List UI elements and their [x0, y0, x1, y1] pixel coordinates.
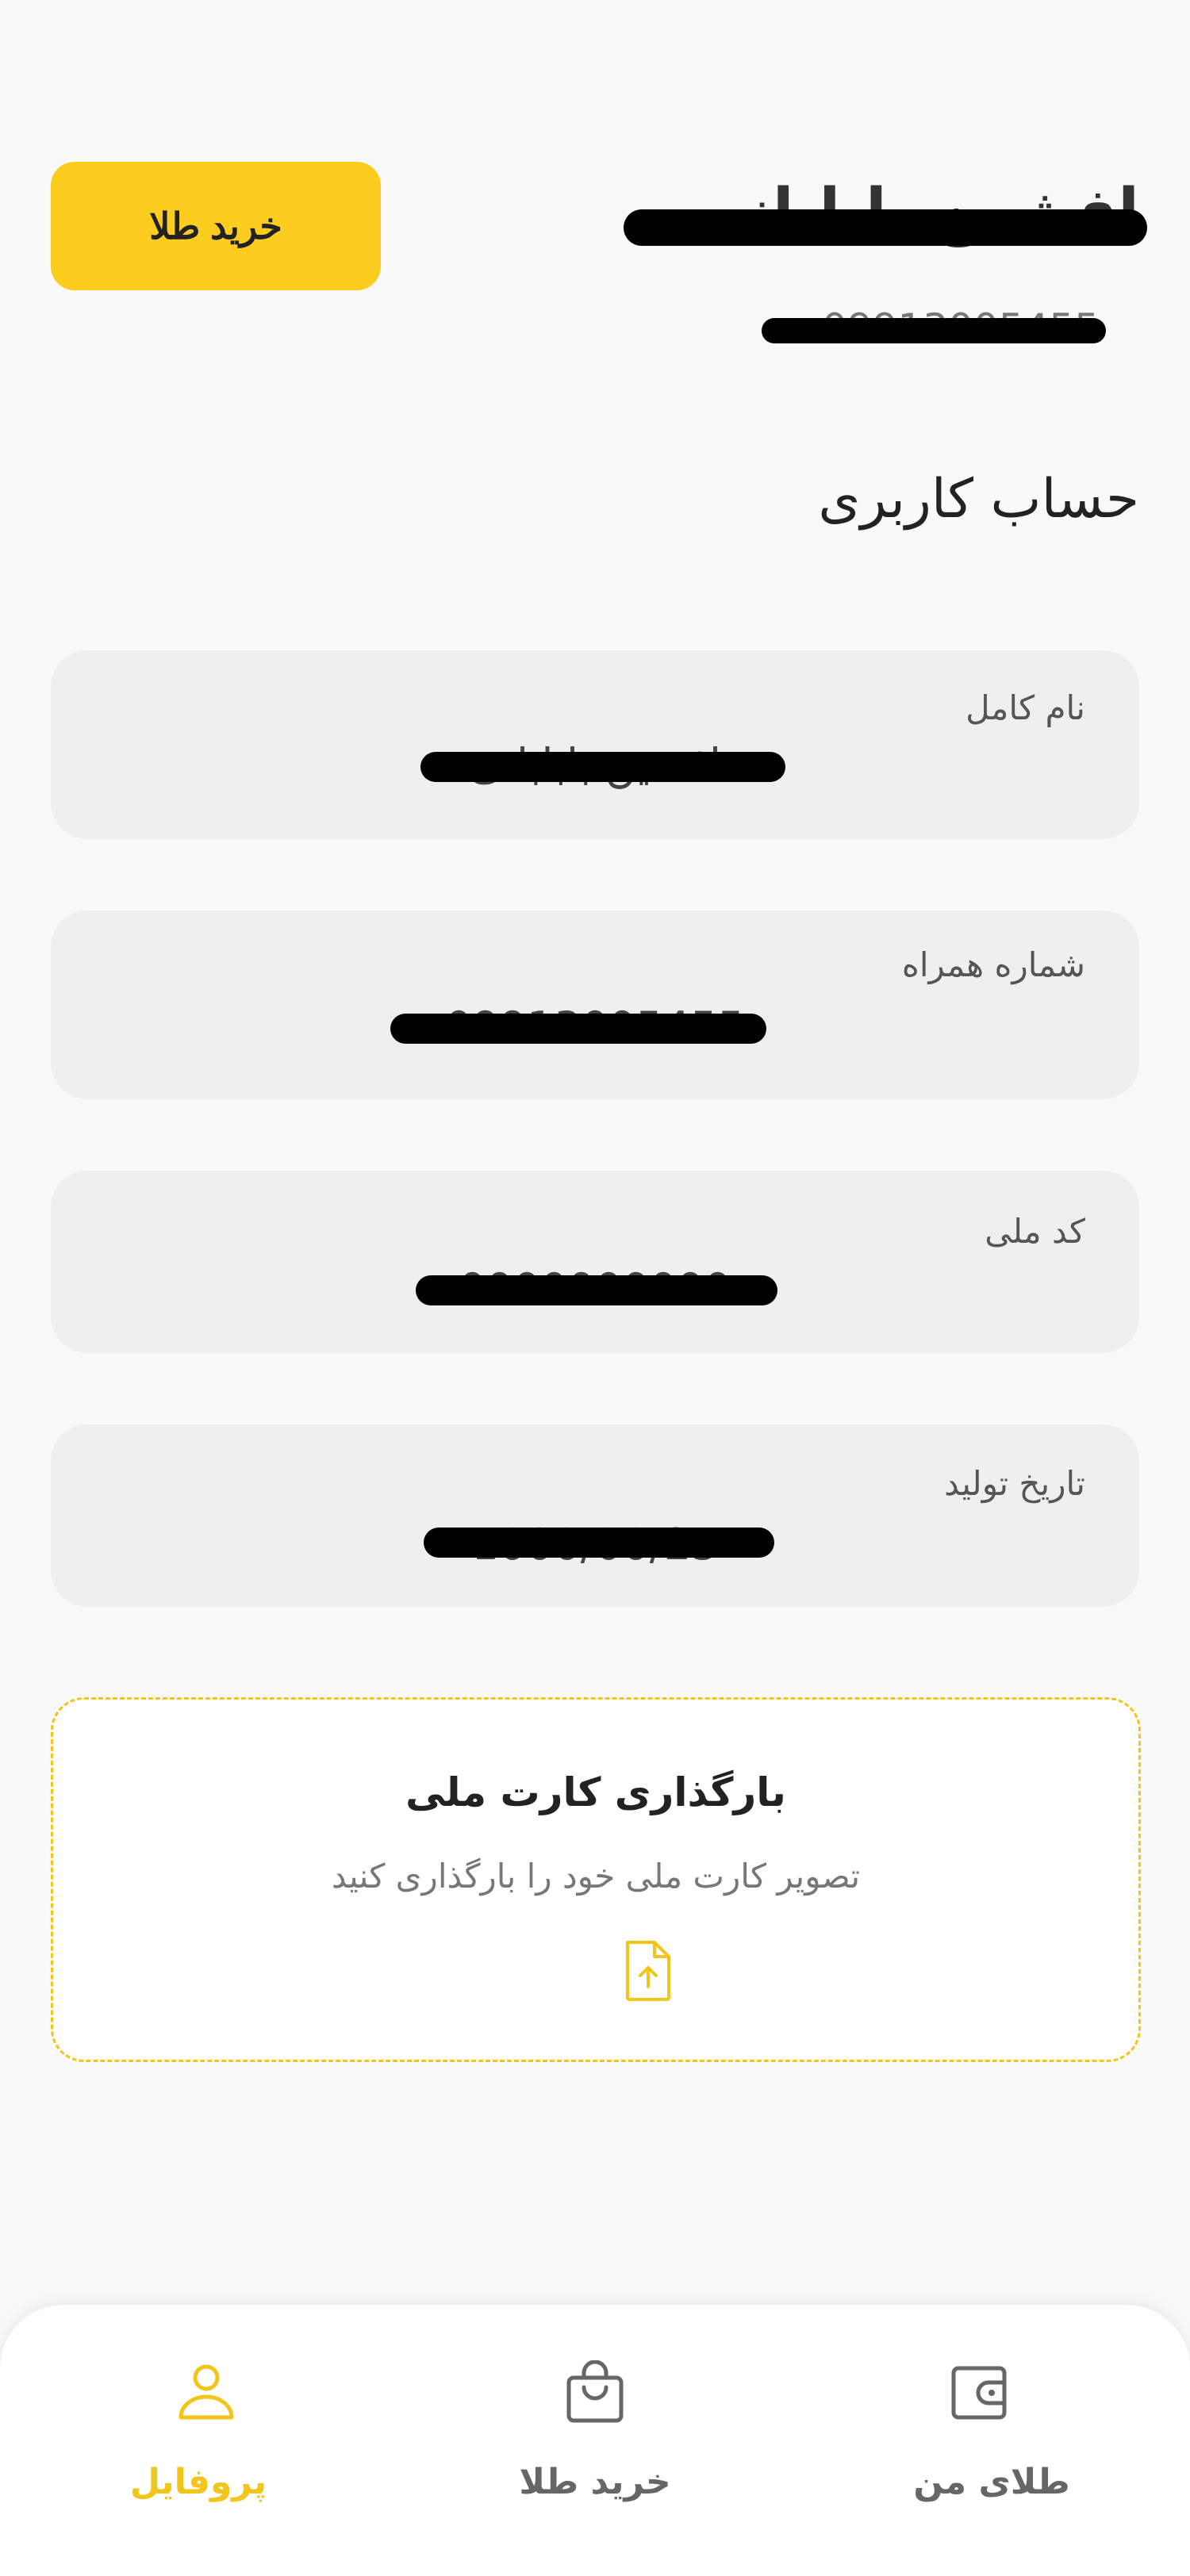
nav-label: طلای من	[913, 2462, 1070, 2502]
file-upload-icon[interactable]	[623, 1939, 674, 2003]
nav-buy-gold[interactable]: خرید طلا	[397, 2305, 793, 2576]
field-national-code[interactable]: کد ملی 0000000000	[51, 1171, 1139, 1353]
nav-my-gold[interactable]: طلای من	[793, 2305, 1190, 2576]
upload-subtitle: تصویر کارت ملی خود را بارگذاری کنید	[331, 1857, 861, 1896]
field-label: شماره همراه	[901, 945, 1085, 984]
field-label: نام کامل	[965, 688, 1085, 727]
field-label: تاریخ تولید	[944, 1464, 1085, 1503]
bottom-navigation: طلای من خرید طلا پروفایل	[0, 2305, 1190, 2576]
redaction-bar	[424, 1528, 774, 1558]
buy-gold-button[interactable]: خرید طلا	[51, 162, 381, 290]
redaction-bar	[624, 209, 1147, 246]
user-phone: 09913005455	[762, 305, 1106, 351]
field-label: کد ملی	[985, 1212, 1085, 1251]
wallet-icon	[951, 2366, 1007, 2420]
redaction-bar	[390, 1014, 766, 1044]
field-full-name[interactable]: نام کامل افشین بابابانی	[51, 650, 1139, 839]
field-phone-number[interactable]: شماره همراه 09913005455	[51, 910, 1139, 1099]
nav-label: خرید طلا	[519, 2462, 671, 2502]
redaction-bar	[420, 752, 785, 782]
nav-profile[interactable]: پروفایل	[0, 2305, 397, 2576]
user-icon	[178, 2364, 234, 2420]
field-birth-date[interactable]: تاریخ تولید 1000/00/25	[51, 1424, 1139, 1607]
national-card-upload-box[interactable]: بارگذاری کارت ملی تصویر کارت ملی خود را …	[51, 1697, 1141, 2062]
redaction-bar	[762, 318, 1106, 343]
upload-title: بارگذاری کارت ملی	[405, 1769, 786, 1815]
nav-label: پروفایل	[129, 2462, 267, 2502]
user-name: افشین بابابانی	[624, 176, 1147, 247]
redaction-bar	[416, 1275, 777, 1305]
section-title: حساب کاربری	[818, 468, 1139, 531]
shopping-bag-icon	[566, 2360, 624, 2423]
